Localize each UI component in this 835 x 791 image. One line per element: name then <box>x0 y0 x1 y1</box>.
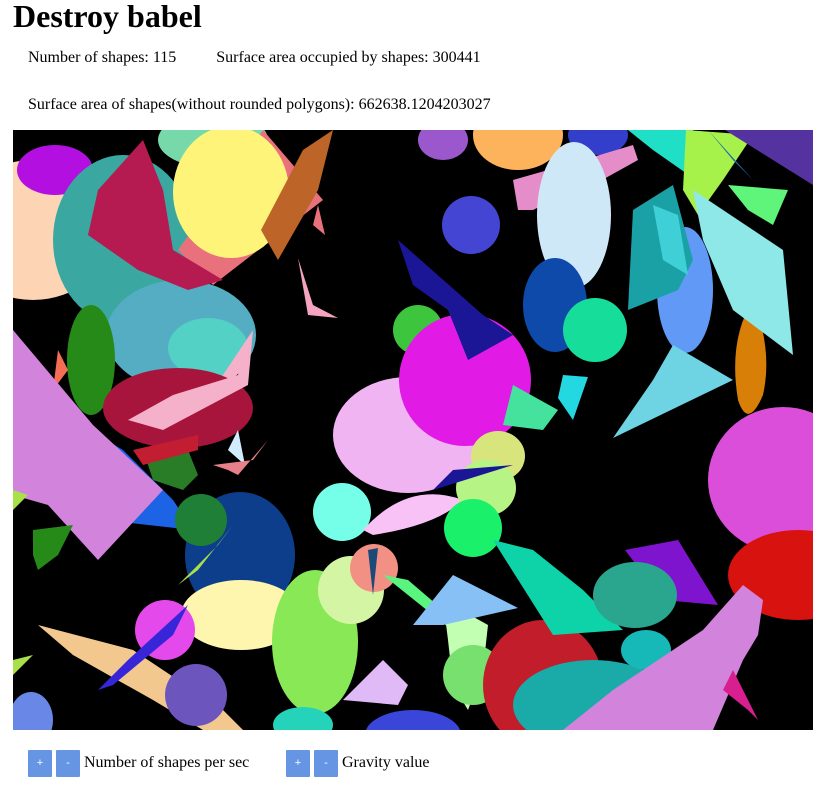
shape <box>165 664 227 726</box>
shapes-per-sec-controls: + - Number of shapes per sec <box>28 749 249 777</box>
page-title: Destroy babel <box>13 0 202 34</box>
stats-line-2: Surface area of shapes(without rounded p… <box>28 96 491 114</box>
shape <box>593 562 677 628</box>
gravity-controls: + - Gravity value <box>286 749 430 777</box>
shape <box>444 499 502 557</box>
shape <box>175 494 227 546</box>
gravity-label: Gravity value <box>342 754 430 771</box>
shapes-per-sec-label: Number of shapes per sec <box>84 754 250 771</box>
increase-shapes-button[interactable]: + <box>28 749 52 777</box>
shape <box>563 298 627 362</box>
surface-area: Surface area occupied by shapes: 300441 <box>216 49 481 66</box>
increase-gravity-button[interactable]: + <box>286 749 310 777</box>
game-canvas[interactable] <box>13 130 813 730</box>
decrease-gravity-button[interactable]: - <box>314 749 338 777</box>
shapes-scene[interactable] <box>13 130 813 730</box>
shape-count: Number of shapes: 115 <box>28 49 177 66</box>
shape <box>313 483 371 541</box>
shape <box>442 196 500 254</box>
surface-area-no-rounded: Surface area of shapes(without rounded p… <box>28 96 491 113</box>
stats-line-1: Number of shapes: 115 Surface area occup… <box>28 49 481 67</box>
decrease-shapes-button[interactable]: - <box>56 749 80 777</box>
